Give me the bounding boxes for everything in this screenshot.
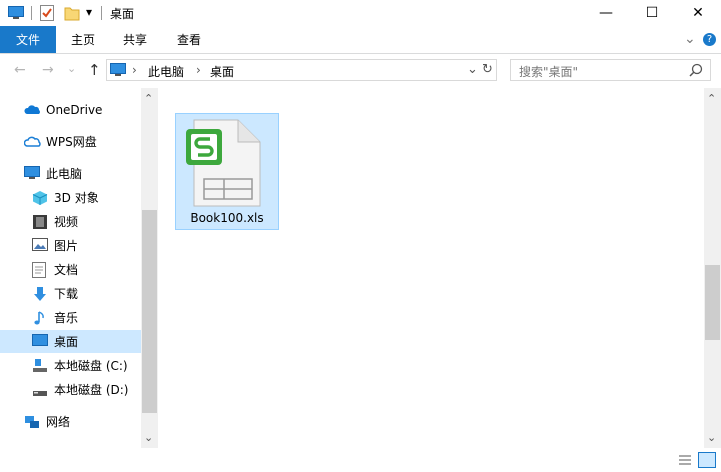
- properties-checklist-icon[interactable]: [40, 5, 54, 24]
- sidebar-item-desktop[interactable]: 桌面: [0, 330, 141, 353]
- tab-share[interactable]: 共享: [112, 26, 158, 53]
- close-button[interactable]: ✕: [675, 0, 721, 26]
- recent-locations-icon[interactable]: ⌄: [67, 62, 76, 75]
- address-dropdown-icon[interactable]: ⌄: [467, 62, 478, 77]
- large-icons-view-icon[interactable]: [698, 452, 716, 468]
- sidebar-item-music[interactable]: 音乐: [0, 306, 173, 329]
- computer-icon: [24, 165, 40, 182]
- window-title: 桌面: [110, 7, 135, 21]
- minimize-icon: —: [599, 5, 613, 21]
- sidebar-item-label: WPS网盘: [46, 135, 97, 149]
- cube-3d-icon: [32, 190, 48, 206]
- tab-view[interactable]: 查看: [166, 26, 212, 53]
- content-scroll-down-icon[interactable]: ⌄: [707, 431, 716, 444]
- drive-icon: [32, 382, 48, 398]
- download-icon: [32, 286, 48, 302]
- network-icon: [24, 414, 40, 430]
- search-icon[interactable]: [689, 63, 703, 80]
- up-icon[interactable]: ↑: [88, 61, 101, 79]
- desktop-icon: [32, 333, 48, 350]
- search-input[interactable]: 搜索"桌面": [510, 59, 711, 81]
- drive-icon: [32, 358, 48, 374]
- sidebar-item-label: 本地磁盘 (C:): [54, 359, 128, 373]
- new-folder-icon[interactable]: [64, 5, 80, 24]
- ribbon-tab-bar: [0, 26, 721, 54]
- sidebar-item-label: 3D 对象: [54, 191, 99, 205]
- address-bar[interactable]: › 此电脑 › 桌面 ⌄ ↻: [106, 59, 497, 81]
- sidebar-item-network[interactable]: 网络: [0, 410, 165, 433]
- minimize-button[interactable]: —: [583, 0, 629, 26]
- status-bar: [0, 448, 721, 472]
- sidebar-item-downloads[interactable]: 下载: [0, 282, 173, 305]
- sidebar-item-drive-d[interactable]: 本地磁盘 (D:): [0, 378, 173, 401]
- forward-icon[interactable]: →: [42, 62, 54, 78]
- sidebar-item-videos[interactable]: 视频: [0, 210, 173, 233]
- sidebar-item-label: 图片: [54, 239, 79, 253]
- maximize-button[interactable]: ☐: [629, 0, 675, 26]
- refresh-icon[interactable]: ↻: [482, 62, 493, 77]
- sidebar-item-documents[interactable]: 文档: [0, 258, 173, 281]
- sidebar-item-label: 下载: [54, 287, 79, 301]
- sidebar-item-label: 此电脑: [46, 167, 83, 181]
- maximize-icon: ☐: [645, 5, 659, 21]
- document-icon: [32, 261, 48, 278]
- breadcrumb-this-pc[interactable]: 此电脑: [148, 63, 184, 80]
- breadcrumb-desktop[interactable]: 桌面: [210, 63, 234, 80]
- music-icon: [32, 310, 48, 326]
- qat-separator: [31, 6, 32, 20]
- breadcrumb-separator: ›: [132, 63, 137, 77]
- content-scroll-thumb[interactable]: [705, 265, 720, 340]
- sidebar-item-label: 网络: [46, 415, 71, 429]
- sidebar-item-label: 本地磁盘 (D:): [54, 383, 129, 397]
- back-icon[interactable]: ←: [14, 62, 26, 78]
- help-icon[interactable]: ?: [703, 33, 716, 46]
- sidebar-item-wps-cloud[interactable]: WPS网盘: [0, 130, 165, 153]
- sidebar-item-3d-objects[interactable]: 3D 对象: [0, 186, 173, 209]
- video-icon: [32, 214, 48, 230]
- sidebar-item-pictures[interactable]: 图片: [0, 234, 173, 257]
- file-name: Book100.xls: [190, 211, 264, 225]
- sidebar-item-label: 文档: [54, 263, 79, 277]
- computer-icon: [110, 63, 126, 80]
- close-icon: ✕: [692, 5, 704, 21]
- title-separator: [101, 6, 102, 20]
- onedrive-cloud-icon: [24, 102, 40, 118]
- wps-spreadsheet-icon: [186, 119, 262, 210]
- content-scroll-up-icon[interactable]: ⌃: [707, 92, 716, 105]
- qat-dropdown-icon[interactable]: ▾: [86, 5, 92, 19]
- picture-icon: [32, 237, 48, 254]
- sidebar-item-drive-c[interactable]: 本地磁盘 (C:): [0, 354, 173, 377]
- details-view-icon[interactable]: [678, 454, 692, 469]
- tab-home[interactable]: 主页: [60, 26, 106, 53]
- title-bar: ▾ 桌面 — ☐ ✕: [0, 0, 721, 26]
- ribbon-expand-icon[interactable]: ⌄: [684, 31, 696, 47]
- computer-icon[interactable]: [8, 6, 24, 19]
- sidebar-item-label: 音乐: [54, 311, 79, 325]
- sidebar-item-label: 桌面: [54, 335, 79, 349]
- breadcrumb-separator: ›: [196, 63, 201, 77]
- sidebar-item-label: OneDrive: [46, 102, 103, 117]
- sidebar-item-this-pc[interactable]: 此电脑: [0, 162, 165, 185]
- wps-cloud-icon: [23, 134, 41, 150]
- sidebar-item-onedrive[interactable]: OneDrive: [0, 98, 165, 121]
- search-placeholder: 搜索"桌面": [519, 65, 579, 79]
- tab-file[interactable]: 文件: [0, 26, 56, 53]
- sidebar-item-label: 视频: [54, 215, 79, 229]
